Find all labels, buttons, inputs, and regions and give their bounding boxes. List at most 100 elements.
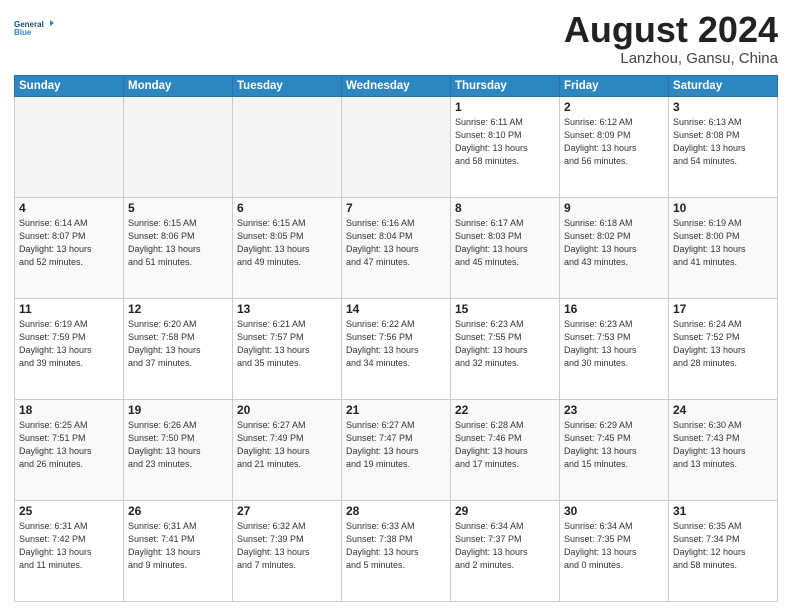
month-title: August 2024 xyxy=(564,10,778,50)
day-info: Sunrise: 6:21 AMSunset: 7:57 PMDaylight:… xyxy=(237,318,337,370)
day-info: Sunrise: 6:33 AMSunset: 7:38 PMDaylight:… xyxy=(346,520,446,572)
location: Lanzhou, Gansu, China xyxy=(564,50,778,67)
day-info: Sunrise: 6:34 AMSunset: 7:37 PMDaylight:… xyxy=(455,520,555,572)
calendar-cell: 3 Sunrise: 6:13 AMSunset: 8:08 PMDaylight… xyxy=(669,96,778,197)
day-info: Sunrise: 6:29 AMSunset: 7:45 PMDaylight:… xyxy=(564,419,664,471)
day-info: Sunrise: 6:19 AMSunset: 7:59 PMDaylight:… xyxy=(19,318,119,370)
day-number: 17 xyxy=(673,302,773,316)
calendar-cell: 9 Sunrise: 6:18 AMSunset: 8:02 PMDaylight… xyxy=(560,197,669,298)
day-number: 12 xyxy=(128,302,228,316)
calendar-cell xyxy=(233,96,342,197)
day-info: Sunrise: 6:26 AMSunset: 7:50 PMDaylight:… xyxy=(128,419,228,471)
calendar-cell: 14 Sunrise: 6:22 AMSunset: 7:56 PMDayligh… xyxy=(342,298,451,399)
day-number: 23 xyxy=(564,403,664,417)
day-info: Sunrise: 6:34 AMSunset: 7:35 PMDaylight:… xyxy=(564,520,664,572)
day-number: 2 xyxy=(564,100,664,114)
title-block: August 2024 Lanzhou, Gansu, China xyxy=(564,10,778,67)
calendar-cell: 26Sunrise: 6:31 AMSunset: 7:41 PMDayligh… xyxy=(124,500,233,601)
day-info: Sunrise: 6:15 AMSunset: 8:06 PMDaylight:… xyxy=(128,217,228,269)
day-number: 28 xyxy=(346,504,446,518)
calendar-header-row: SundayMondayTuesdayWednesdayThursdayFrid… xyxy=(15,75,778,96)
logo: General Blue xyxy=(14,10,54,46)
calendar-cell xyxy=(124,96,233,197)
day-number: 3 xyxy=(673,100,773,114)
day-info: Sunrise: 6:27 AMSunset: 7:47 PMDaylight:… xyxy=(346,419,446,471)
weekday-header-saturday: Saturday xyxy=(669,75,778,96)
calendar-cell: 20 Sunrise: 6:27 AMSunset: 7:49 PMDayligh… xyxy=(233,399,342,500)
day-info: Sunrise: 6:31 AMSunset: 7:41 PMDaylight:… xyxy=(128,520,228,572)
day-info: Sunrise: 6:30 AMSunset: 7:43 PMDaylight:… xyxy=(673,419,773,471)
day-info: Sunrise: 6:25 AMSunset: 7:51 PMDaylight:… xyxy=(19,419,119,471)
day-info: Sunrise: 6:18 AMSunset: 8:02 PMDaylight:… xyxy=(564,217,664,269)
calendar-cell: 13 Sunrise: 6:21 AMSunset: 7:57 PMDayligh… xyxy=(233,298,342,399)
calendar-cell: 16Sunrise: 6:23 AMSunset: 7:53 PMDayligh… xyxy=(560,298,669,399)
weekday-header-tuesday: Tuesday xyxy=(233,75,342,96)
day-number: 7 xyxy=(346,201,446,215)
day-number: 9 xyxy=(564,201,664,215)
week-row-1: 1 Sunrise: 6:11 AMSunset: 8:10 PMDaylight… xyxy=(15,96,778,197)
calendar-cell: 28 Sunrise: 6:33 AMSunset: 7:38 PMDayligh… xyxy=(342,500,451,601)
day-info: Sunrise: 6:32 AMSunset: 7:39 PMDaylight:… xyxy=(237,520,337,572)
day-number: 10 xyxy=(673,201,773,215)
day-number: 30 xyxy=(564,504,664,518)
svg-text:Blue: Blue xyxy=(14,28,32,37)
day-number: 16 xyxy=(564,302,664,316)
day-info: Sunrise: 6:23 AMSunset: 7:55 PMDaylight:… xyxy=(455,318,555,370)
day-number: 29 xyxy=(455,504,555,518)
header: General Blue August 2024 Lanzhou, Gansu,… xyxy=(14,10,778,67)
weekday-header-wednesday: Wednesday xyxy=(342,75,451,96)
calendar-cell: 4Sunrise: 6:14 AMSunset: 8:07 PMDaylight… xyxy=(15,197,124,298)
weekday-header-friday: Friday xyxy=(560,75,669,96)
calendar-cell: 24 Sunrise: 6:30 AMSunset: 7:43 PMDayligh… xyxy=(669,399,778,500)
week-row-2: 4Sunrise: 6:14 AMSunset: 8:07 PMDaylight… xyxy=(15,197,778,298)
calendar-cell: 6Sunrise: 6:15 AMSunset: 8:05 PMDaylight… xyxy=(233,197,342,298)
calendar-cell: 17 Sunrise: 6:24 AMSunset: 7:52 PMDayligh… xyxy=(669,298,778,399)
day-info: Sunrise: 6:13 AMSunset: 8:08 PMDaylight:… xyxy=(673,116,773,168)
day-number: 20 xyxy=(237,403,337,417)
day-number: 31 xyxy=(673,504,773,518)
calendar-cell: 19 Sunrise: 6:26 AMSunset: 7:50 PMDayligh… xyxy=(124,399,233,500)
calendar-body: 1 Sunrise: 6:11 AMSunset: 8:10 PMDaylight… xyxy=(15,96,778,601)
day-info: Sunrise: 6:28 AMSunset: 7:46 PMDaylight:… xyxy=(455,419,555,471)
calendar-cell: 27Sunrise: 6:32 AMSunset: 7:39 PMDayligh… xyxy=(233,500,342,601)
day-info: Sunrise: 6:22 AMSunset: 7:56 PMDaylight:… xyxy=(346,318,446,370)
calendar-cell: 7 Sunrise: 6:16 AMSunset: 8:04 PMDaylight… xyxy=(342,197,451,298)
day-info: Sunrise: 6:12 AMSunset: 8:09 PMDaylight:… xyxy=(564,116,664,168)
calendar-cell: 11 Sunrise: 6:19 AMSunset: 7:59 PMDayligh… xyxy=(15,298,124,399)
day-number: 13 xyxy=(237,302,337,316)
calendar-cell: 5Sunrise: 6:15 AMSunset: 8:06 PMDaylight… xyxy=(124,197,233,298)
calendar-cell: 25 Sunrise: 6:31 AMSunset: 7:42 PMDayligh… xyxy=(15,500,124,601)
day-info: Sunrise: 6:19 AMSunset: 8:00 PMDaylight:… xyxy=(673,217,773,269)
day-info: Sunrise: 6:17 AMSunset: 8:03 PMDaylight:… xyxy=(455,217,555,269)
day-info: Sunrise: 6:24 AMSunset: 7:52 PMDaylight:… xyxy=(673,318,773,370)
calendar-cell: 23 Sunrise: 6:29 AMSunset: 7:45 PMDayligh… xyxy=(560,399,669,500)
weekday-header-thursday: Thursday xyxy=(451,75,560,96)
day-info: Sunrise: 6:15 AMSunset: 8:05 PMDaylight:… xyxy=(237,217,337,269)
day-info: Sunrise: 6:16 AMSunset: 8:04 PMDaylight:… xyxy=(346,217,446,269)
day-info: Sunrise: 6:31 AMSunset: 7:42 PMDaylight:… xyxy=(19,520,119,572)
day-number: 21 xyxy=(346,403,446,417)
calendar-cell: 12 Sunrise: 6:20 AMSunset: 7:58 PMDayligh… xyxy=(124,298,233,399)
calendar-cell xyxy=(15,96,124,197)
day-number: 14 xyxy=(346,302,446,316)
day-info: Sunrise: 6:27 AMSunset: 7:49 PMDaylight:… xyxy=(237,419,337,471)
calendar-cell: 30 Sunrise: 6:34 AMSunset: 7:35 PMDayligh… xyxy=(560,500,669,601)
week-row-4: 18 Sunrise: 6:25 AMSunset: 7:51 PMDayligh… xyxy=(15,399,778,500)
calendar-cell: 2 Sunrise: 6:12 AMSunset: 8:09 PMDaylight… xyxy=(560,96,669,197)
calendar-cell: 10 Sunrise: 6:19 AMSunset: 8:00 PMDayligh… xyxy=(669,197,778,298)
day-info: Sunrise: 6:20 AMSunset: 7:58 PMDaylight:… xyxy=(128,318,228,370)
calendar-cell: 8Sunrise: 6:17 AMSunset: 8:03 PMDaylight… xyxy=(451,197,560,298)
day-number: 1 xyxy=(455,100,555,114)
day-number: 18 xyxy=(19,403,119,417)
weekday-header-sunday: Sunday xyxy=(15,75,124,96)
day-info: Sunrise: 6:11 AMSunset: 8:10 PMDaylight:… xyxy=(455,116,555,168)
calendar-cell: 21 Sunrise: 6:27 AMSunset: 7:47 PMDayligh… xyxy=(342,399,451,500)
day-number: 25 xyxy=(19,504,119,518)
day-number: 19 xyxy=(128,403,228,417)
page: General Blue August 2024 Lanzhou, Gansu,… xyxy=(0,0,792,612)
calendar-cell: 1 Sunrise: 6:11 AMSunset: 8:10 PMDaylight… xyxy=(451,96,560,197)
logo-svg: General Blue xyxy=(14,10,54,46)
week-row-3: 11 Sunrise: 6:19 AMSunset: 7:59 PMDayligh… xyxy=(15,298,778,399)
day-number: 24 xyxy=(673,403,773,417)
day-number: 11 xyxy=(19,302,119,316)
